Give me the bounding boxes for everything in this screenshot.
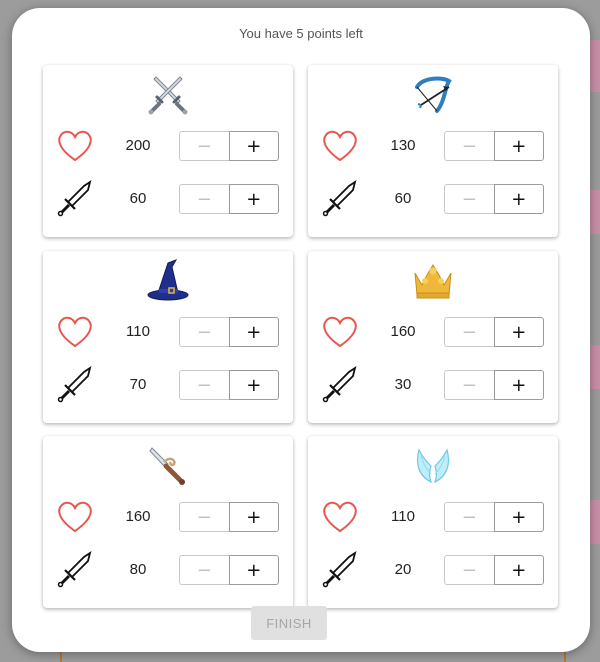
increase-health-button[interactable]: + <box>493 131 544 161</box>
heart-icon <box>320 312 360 352</box>
health-row: 160 − + <box>43 497 293 537</box>
decrease-health-button[interactable]: − <box>444 502 494 532</box>
attack-stepper: − + <box>444 555 544 585</box>
dagger-icon <box>144 442 192 490</box>
attack-value: 60 <box>394 190 412 207</box>
heart-icon <box>55 126 95 166</box>
decrease-attack-button[interactable]: − <box>444 184 494 214</box>
decrease-attack-button[interactable]: − <box>444 555 494 585</box>
health-stepper: − + <box>179 317 279 347</box>
health-row: 110 − + <box>43 312 293 352</box>
attack-row: 60 − + <box>308 179 558 219</box>
crossed-swords-icon <box>144 71 192 119</box>
health-value: 160 <box>390 323 416 340</box>
increase-attack-button[interactable]: + <box>228 555 279 585</box>
decrease-health-button[interactable]: − <box>179 502 229 532</box>
attack-stepper: − + <box>179 555 279 585</box>
attack-row: 70 − + <box>43 365 293 405</box>
crown-icon <box>409 257 457 305</box>
character-card-angel: 110 − + 20 − + <box>308 436 558 608</box>
decrease-health-button[interactable]: − <box>444 317 494 347</box>
attack-stepper: − + <box>444 370 544 400</box>
health-row: 110 − + <box>308 497 558 537</box>
health-stepper: − + <box>179 502 279 532</box>
sword-icon <box>55 179 95 219</box>
angel-wings-icon <box>409 442 457 490</box>
increase-health-button[interactable]: + <box>493 502 544 532</box>
attack-value: 60 <box>129 190 147 207</box>
sword-icon <box>55 550 95 590</box>
decrease-health-button[interactable]: − <box>179 131 229 161</box>
decrease-attack-button[interactable]: − <box>179 555 229 585</box>
attack-value: 80 <box>129 561 147 578</box>
attack-row: 60 − + <box>43 179 293 219</box>
decrease-health-button[interactable]: − <box>444 131 494 161</box>
bow-and-arrow-icon <box>409 71 457 119</box>
attack-row: 80 − + <box>43 550 293 590</box>
points-allocation-dialog: You have 5 points left 200 − + 60 − + 13… <box>12 8 590 652</box>
health-value: 110 <box>391 508 415 525</box>
health-value: 110 <box>126 323 150 340</box>
decrease-attack-button[interactable]: − <box>179 184 229 214</box>
increase-attack-button[interactable]: + <box>228 184 279 214</box>
sword-icon <box>55 365 95 405</box>
sword-icon <box>320 550 360 590</box>
character-card-rogue: 160 − + 80 − + <box>43 436 293 608</box>
attack-value: 20 <box>394 561 412 578</box>
attack-value: 30 <box>394 376 412 393</box>
attack-row: 20 − + <box>308 550 558 590</box>
character-card-archer: 130 − + 60 − + <box>308 65 558 237</box>
health-value: 160 <box>125 508 151 525</box>
heart-icon <box>320 126 360 166</box>
health-value: 200 <box>125 137 151 154</box>
health-row: 160 − + <box>308 312 558 352</box>
increase-attack-button[interactable]: + <box>493 370 544 400</box>
character-card-king: 160 − + 30 − + <box>308 251 558 423</box>
increase-health-button[interactable]: + <box>228 131 279 161</box>
attack-value: 70 <box>129 376 147 393</box>
attack-stepper: − + <box>179 184 279 214</box>
heart-icon <box>55 312 95 352</box>
character-card-warrior: 200 − + 60 − + <box>43 65 293 237</box>
increase-health-button[interactable]: + <box>493 317 544 347</box>
finish-button[interactable]: FINISH <box>251 606 327 640</box>
sword-icon <box>320 365 360 405</box>
health-row: 200 − + <box>43 126 293 166</box>
health-stepper: − + <box>444 131 544 161</box>
increase-attack-button[interactable]: + <box>228 370 279 400</box>
heart-icon <box>55 497 95 537</box>
health-stepper: − + <box>179 131 279 161</box>
health-stepper: − + <box>444 317 544 347</box>
health-value: 130 <box>390 137 416 154</box>
increase-health-button[interactable]: + <box>228 317 279 347</box>
attack-stepper: − + <box>444 184 544 214</box>
health-stepper: − + <box>444 502 544 532</box>
sword-icon <box>320 179 360 219</box>
increase-health-button[interactable]: + <box>228 502 279 532</box>
health-row: 130 − + <box>308 126 558 166</box>
decrease-attack-button[interactable]: − <box>179 370 229 400</box>
decrease-health-button[interactable]: − <box>179 317 229 347</box>
attack-stepper: − + <box>179 370 279 400</box>
character-card-wizard: 110 − + 70 − + <box>43 251 293 423</box>
points-remaining-text: You have 5 points left <box>239 26 363 41</box>
increase-attack-button[interactable]: + <box>493 555 544 585</box>
attack-row: 30 − + <box>308 365 558 405</box>
wizard-hat-icon <box>144 257 192 305</box>
increase-attack-button[interactable]: + <box>493 184 544 214</box>
heart-icon <box>320 497 360 537</box>
decrease-attack-button[interactable]: − <box>444 370 494 400</box>
